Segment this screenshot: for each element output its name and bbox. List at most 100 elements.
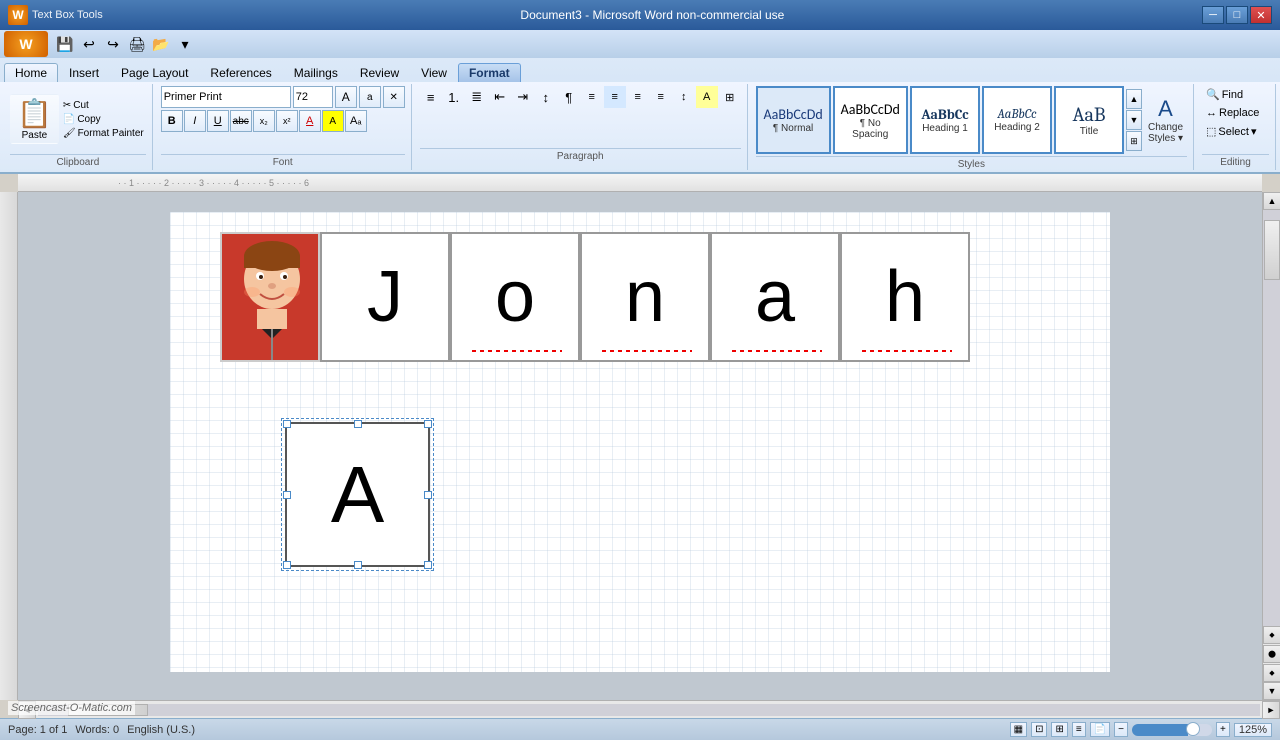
align-right-button[interactable]: ≡ <box>627 86 649 108</box>
select-button[interactable]: ⬚ Select ▾ <box>1202 123 1261 140</box>
styles-scroll-down[interactable]: ▼ <box>1126 110 1142 130</box>
scroll-prev-page[interactable]: ◆ <box>1263 626 1280 644</box>
italic-button[interactable]: I <box>184 110 206 132</box>
scroll-up-button[interactable]: ▲ <box>1263 192 1280 210</box>
handle-top-right[interactable] <box>424 420 432 428</box>
tab-insert[interactable]: Insert <box>58 63 110 82</box>
office-button[interactable]: W <box>4 31 48 57</box>
document-canvas[interactable]: J o n a h <box>18 192 1262 700</box>
format-painter-button[interactable]: 🖌 Format Painter <box>61 127 146 140</box>
superscript-button[interactable]: x² <box>276 110 298 132</box>
style-title[interactable]: AaB Title <box>1054 86 1124 154</box>
align-left-button[interactable]: ≡ <box>581 86 603 108</box>
tab-page-layout[interactable]: Page Layout <box>110 63 199 82</box>
handle-bottom-right[interactable] <box>424 561 432 569</box>
select-icon: ⬚ <box>1206 125 1216 138</box>
change-styles-button[interactable]: A ChangeStyles ▾ <box>1144 94 1187 146</box>
handle-top-middle[interactable] <box>354 420 362 428</box>
handle-bottom-left[interactable] <box>283 561 291 569</box>
paste-button[interactable]: 📋 Paste <box>10 94 59 144</box>
save-qat-button[interactable]: 💾 <box>54 33 76 55</box>
handle-middle-right[interactable] <box>424 491 432 499</box>
find-button[interactable]: 🔍 Find <box>1202 86 1247 103</box>
bullets-button[interactable]: ≡ <box>420 86 442 108</box>
maximize-button[interactable]: □ <box>1226 6 1248 24</box>
clipboard-group-content: 📋 Paste ✂ Cut 📄 Copy 🖌 Format Painter <box>10 86 146 152</box>
justify-button[interactable]: ≡ <box>650 86 672 108</box>
copy-button[interactable]: 📄 Copy <box>61 113 146 126</box>
handle-middle-left[interactable] <box>283 491 291 499</box>
tab-home[interactable]: Home <box>4 63 58 82</box>
watermark: Screencast-O-Matic.com <box>8 701 135 715</box>
underline-button[interactable]: U <box>207 110 229 132</box>
zoom-out-button[interactable]: − <box>1114 722 1128 737</box>
style-heading1[interactable]: AaBbCc Heading 1 <box>910 86 980 154</box>
style-normal[interactable]: AaBbCcDd ¶ Normal <box>756 86 831 154</box>
ribbon-tabs: Home Insert Page Layout References Maili… <box>0 58 1280 82</box>
tab-format[interactable]: Format <box>458 63 521 82</box>
selected-textbox[interactable]: A <box>285 422 430 567</box>
cut-button[interactable]: ✂ Cut <box>61 99 146 112</box>
font-color-button[interactable]: A <box>299 110 321 132</box>
styles-expand[interactable]: ⊞ <box>1126 131 1142 151</box>
zoom-level[interactable]: 125% <box>1234 723 1272 737</box>
handle-top-left[interactable] <box>283 420 291 428</box>
tab-references[interactable]: References <box>199 63 282 82</box>
multilevel-button[interactable]: ≣ <box>466 86 488 108</box>
replace-button[interactable]: ↔ Replace <box>1202 105 1263 121</box>
shrink-font-button[interactable]: a <box>359 86 381 108</box>
zoom-thumb[interactable] <box>1186 722 1200 736</box>
subscript-button[interactable]: x₂ <box>253 110 275 132</box>
full-screen-button[interactable]: ⊡ <box>1031 722 1047 737</box>
font-size-input[interactable] <box>293 86 333 108</box>
font-name-input[interactable] <box>161 86 291 108</box>
more-qat-button[interactable]: ▾ <box>174 33 196 55</box>
zoom-in-button[interactable]: + <box>1216 722 1230 737</box>
style-heading2[interactable]: AaBbCc Heading 2 <box>982 86 1052 154</box>
paragraph-group: ≡ 1. ≣ ⇤ ⇥ ↕ ¶ ≡ ≡ ≡ ≡ ↕ A ⊞ Paragraph <box>414 84 748 170</box>
scroll-right-button[interactable]: ► <box>1262 701 1280 719</box>
horizontal-scrollbar: ◄ ► <box>18 700 1280 718</box>
highlight-button[interactable]: A <box>322 110 344 132</box>
numbering-button[interactable]: 1. <box>443 86 465 108</box>
tab-mailings[interactable]: Mailings <box>283 63 349 82</box>
scroll-track-h[interactable] <box>38 704 1260 716</box>
close-button[interactable]: ✕ <box>1250 6 1272 24</box>
style-heading1-label: Heading 1 <box>922 123 968 134</box>
undo-qat-button[interactable]: ↩ <box>78 33 100 55</box>
scroll-thumb-v[interactable] <box>1264 220 1280 280</box>
line-spacing-button[interactable]: ↕ <box>673 86 695 108</box>
outline-button[interactable]: ≡ <box>1072 722 1086 737</box>
print-layout-button[interactable]: ▦ <box>1010 722 1027 737</box>
show-formatting-button[interactable]: ¶ <box>558 86 580 108</box>
shading-button[interactable]: A <box>696 86 718 108</box>
tab-view[interactable]: View <box>410 63 458 82</box>
selected-textbox-container[interactable]: A <box>285 422 430 567</box>
bold-button[interactable]: B <box>161 110 183 132</box>
increase-indent-button[interactable]: ⇥ <box>512 86 534 108</box>
scroll-select[interactable]: ⬤ <box>1263 645 1280 663</box>
scroll-next-page[interactable]: ◆ <box>1263 664 1280 682</box>
open-qat-button[interactable]: 📂 <box>150 33 172 55</box>
grow-font-button[interactable]: A <box>335 86 357 108</box>
web-layout-button[interactable]: ⊞ <box>1051 722 1067 737</box>
sort-button[interactable]: ↕ <box>535 86 557 108</box>
scroll-track-v[interactable] <box>1263 210 1280 626</box>
scroll-down-button[interactable]: ▼ <box>1263 682 1280 700</box>
handle-bottom-middle[interactable] <box>354 561 362 569</box>
print-qat-button[interactable]: 🖨 <box>126 33 148 55</box>
decrease-indent-button[interactable]: ⇤ <box>489 86 511 108</box>
strikethrough-button[interactable]: abc <box>230 110 252 132</box>
align-center-button[interactable]: ≡ <box>604 86 626 108</box>
style-no-spacing[interactable]: AaBbCcDd ¶ No Spacing <box>833 86 909 154</box>
change-case-button[interactable]: Aₐ <box>345 110 367 132</box>
tab-review[interactable]: Review <box>349 63 410 82</box>
redo-qat-button[interactable]: ↪ <box>102 33 124 55</box>
clear-format-button[interactable]: ✕ <box>383 86 405 108</box>
borders-button[interactable]: ⊞ <box>719 86 741 108</box>
styles-scroll-up[interactable]: ▲ <box>1126 89 1142 109</box>
letter-card-a: a <box>710 232 840 362</box>
minimize-button[interactable]: ─ <box>1202 6 1224 24</box>
draft-button[interactable]: 📄 <box>1090 722 1110 737</box>
zoom-slider[interactable] <box>1132 724 1212 736</box>
